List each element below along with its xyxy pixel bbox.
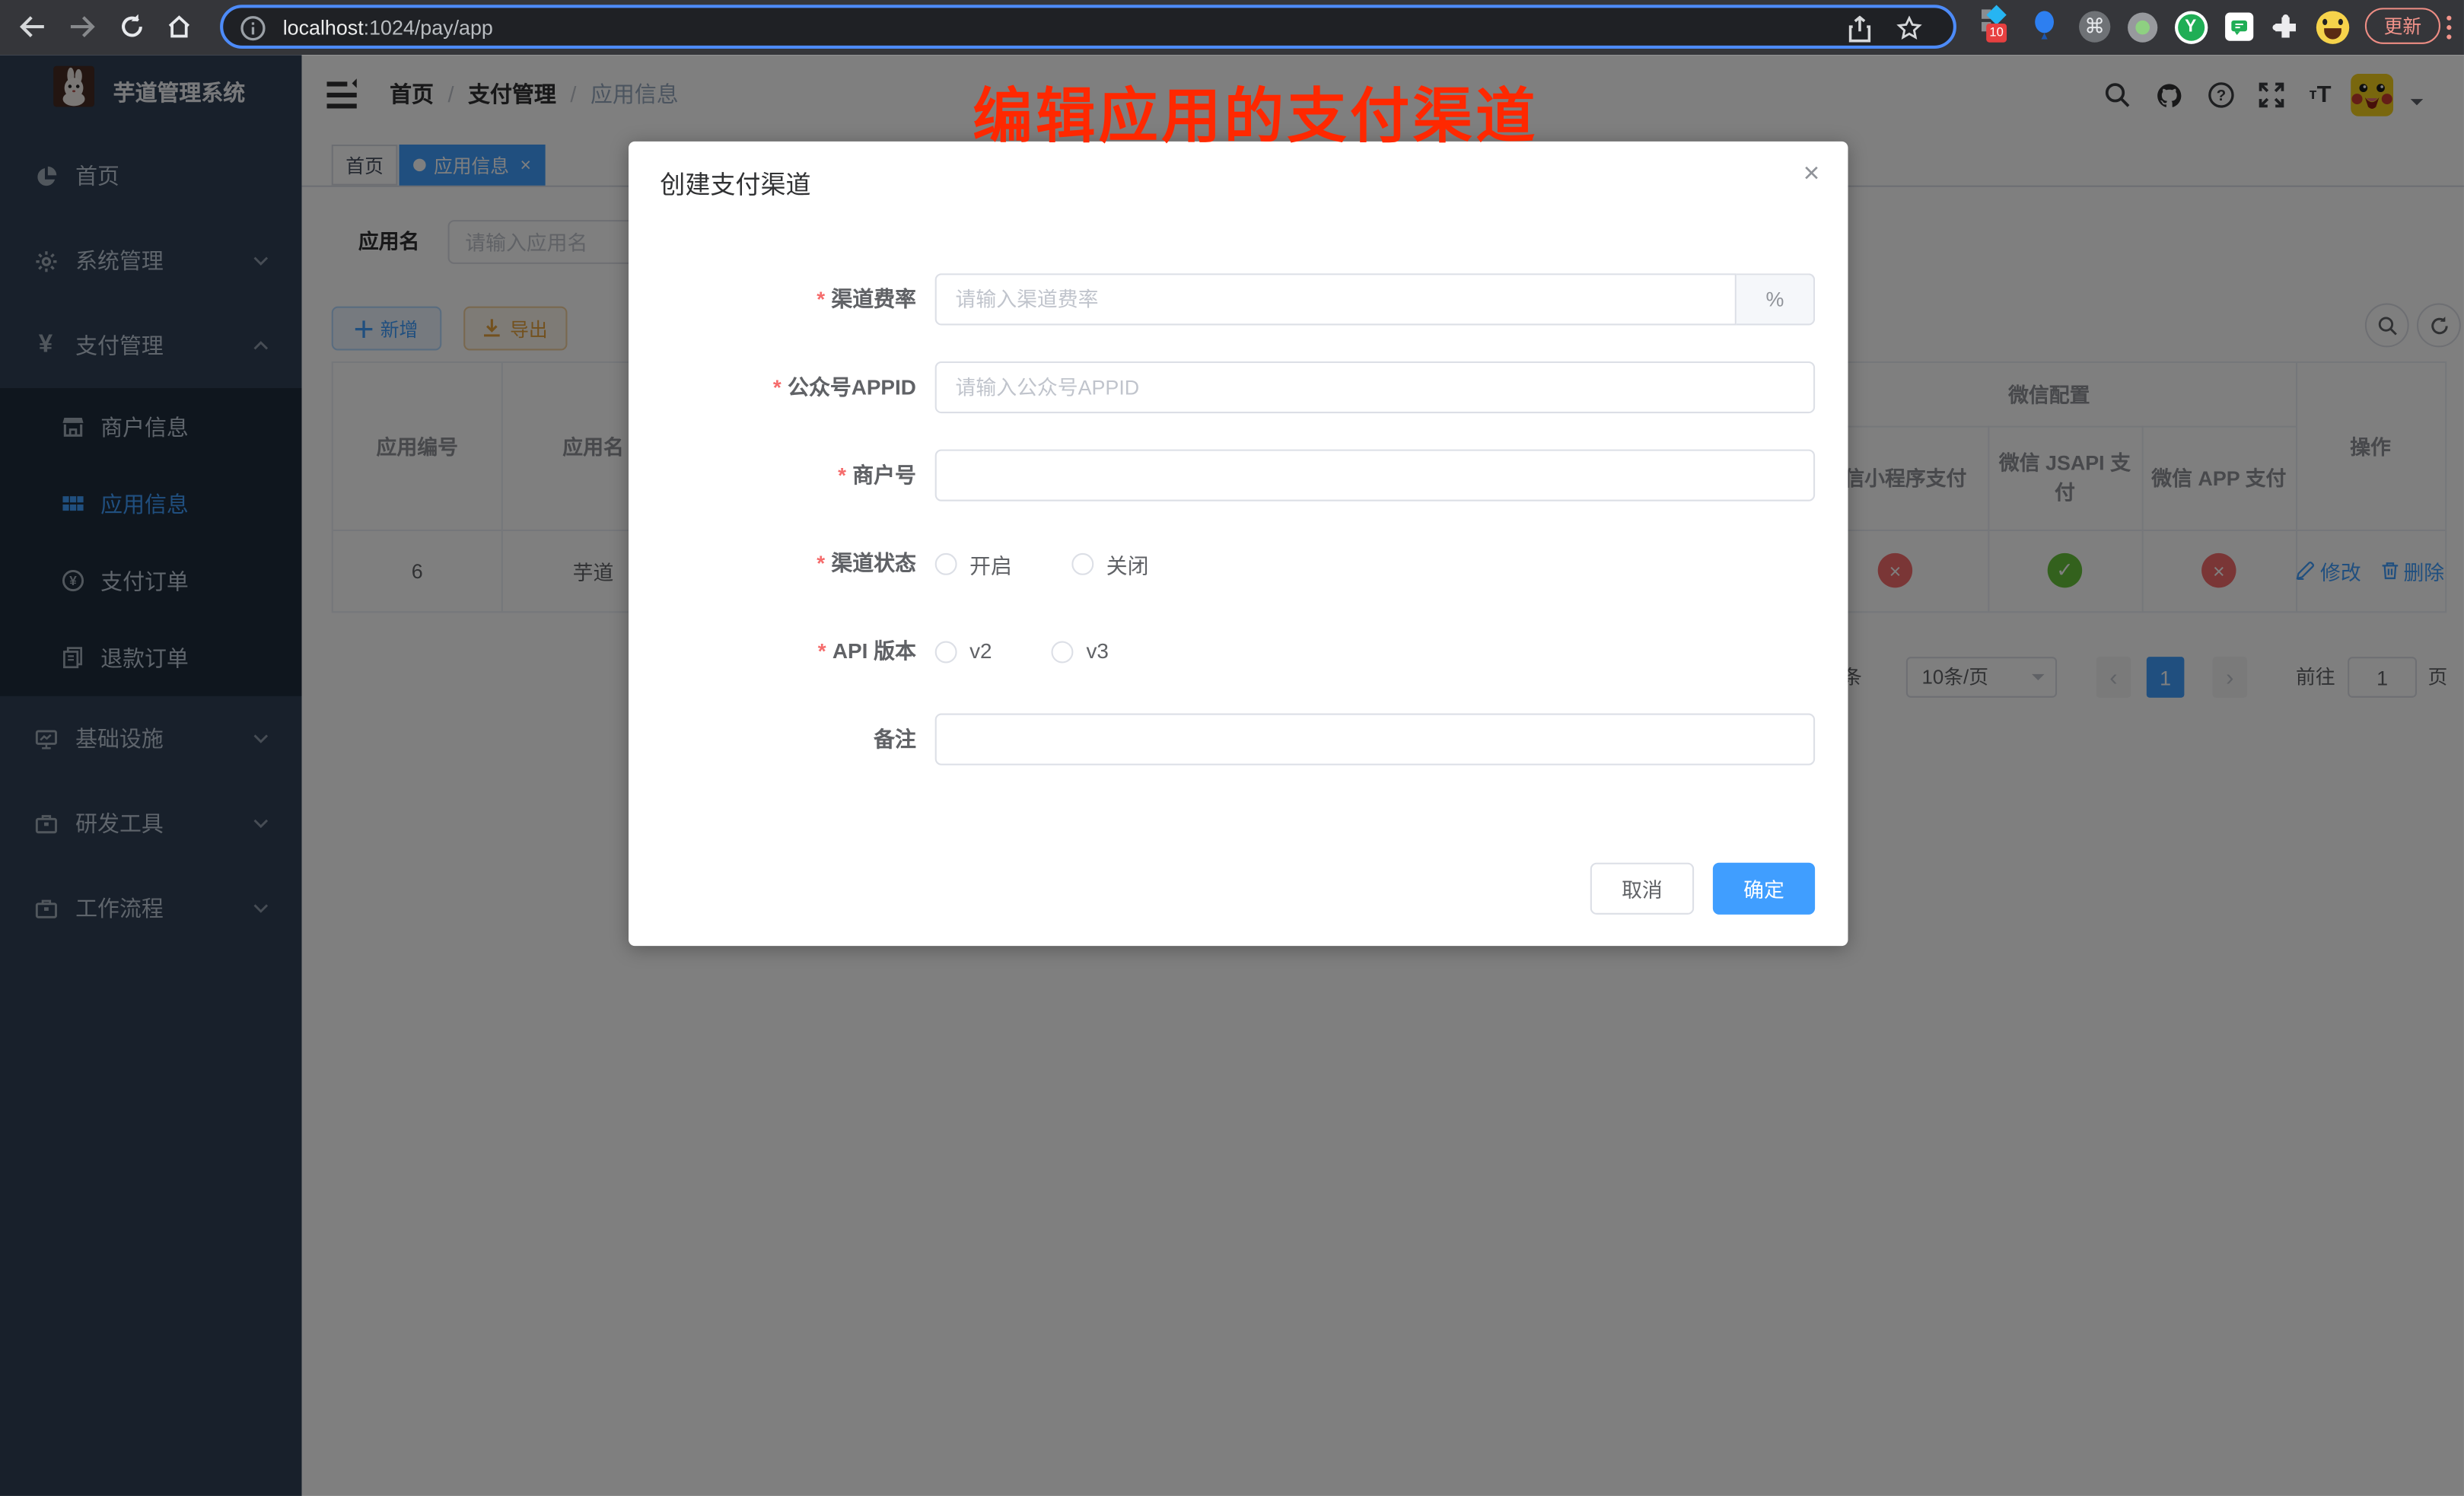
browser-menu-icon[interactable] <box>2439 9 2458 43</box>
remark-label: 备注 <box>633 714 916 766</box>
dialog-close-icon[interactable]: × <box>1803 158 1820 190</box>
share-icon[interactable] <box>1848 16 1871 43</box>
bookmark-star-icon[interactable] <box>1896 16 1921 41</box>
rate-label: *渠道费率 <box>633 273 916 325</box>
percent-append: % <box>1737 273 1815 325</box>
address-bar[interactable]: localhost:1024/pay/app <box>220 5 1956 49</box>
annotation-text: 编辑应用的支付渠道 <box>949 68 1561 154</box>
status-label: *渠道状态 <box>633 537 916 589</box>
browser-toolbar: localhost:1024/pay/app 10 ⌘ <box>0 0 2464 55</box>
extension-cmd-icon[interactable]: ⌘ <box>2079 8 2110 46</box>
radio-status-on[interactable]: 开启 <box>935 548 1012 579</box>
browser-reload-icon[interactable] <box>115 9 149 43</box>
browser-forward-icon[interactable] <box>65 9 99 43</box>
browser-home-icon[interactable] <box>162 9 196 43</box>
appid-input[interactable] <box>935 361 1815 413</box>
radio-circle-icon <box>1052 640 1074 662</box>
extension-y-icon[interactable]: Y <box>2173 8 2208 46</box>
merchant-input[interactable] <box>935 450 1815 501</box>
url-text: localhost:1024/pay/app <box>283 15 493 39</box>
rate-input[interactable] <box>935 273 1737 325</box>
profile-emoji-icon[interactable] <box>2315 8 2349 46</box>
app-viewport: 芋道管理系统 首页 系统管理 ¥ 支付管理 <box>0 55 2464 1496</box>
extension-badge: 10 <box>1986 24 2007 43</box>
cancel-button[interactable]: 取消 <box>1590 863 1694 915</box>
radio-circle-icon <box>1071 552 1094 575</box>
status-radio-group: 开启 关闭 <box>935 537 1149 589</box>
radio-api-v3[interactable]: v3 <box>1052 639 1109 663</box>
dialog-title: 创建支付渠道 <box>660 164 810 202</box>
screen: localhost:1024/pay/app 10 ⌘ <box>0 0 2464 1496</box>
merchant-label: *商户号 <box>633 450 916 501</box>
appid-label: *公众号APPID <box>633 361 916 413</box>
browser-back-icon[interactable] <box>14 9 49 43</box>
radio-circle-icon <box>935 640 957 662</box>
browser-update-button[interactable]: 更新 <box>2365 8 2440 43</box>
extensions-puzzle-icon[interactable] <box>2269 8 2300 46</box>
radio-circle-icon <box>935 552 957 575</box>
confirm-button[interactable]: 确定 <box>1713 863 1815 915</box>
radio-api-v2[interactable]: v2 <box>935 639 992 663</box>
extension-chat-icon[interactable] <box>2224 8 2255 46</box>
extension-dot-icon[interactable] <box>2126 8 2157 46</box>
radio-status-off[interactable]: 关闭 <box>1071 548 1148 579</box>
api-version-label: *API 版本 <box>633 625 916 677</box>
api-version-radio-group: v2 v3 <box>935 625 1109 677</box>
rate-input-group: % <box>935 273 1815 325</box>
create-channel-dialog: 创建支付渠道 × *渠道费率 % *公众号APPID *商户号 *渠道状态 <box>629 142 1848 946</box>
extension-balloon-icon[interactable] <box>2032 8 2057 46</box>
remark-input[interactable] <box>935 714 1815 766</box>
extension-pin-icon[interactable]: 10 <box>1979 8 2007 46</box>
site-info-icon[interactable] <box>240 16 266 41</box>
